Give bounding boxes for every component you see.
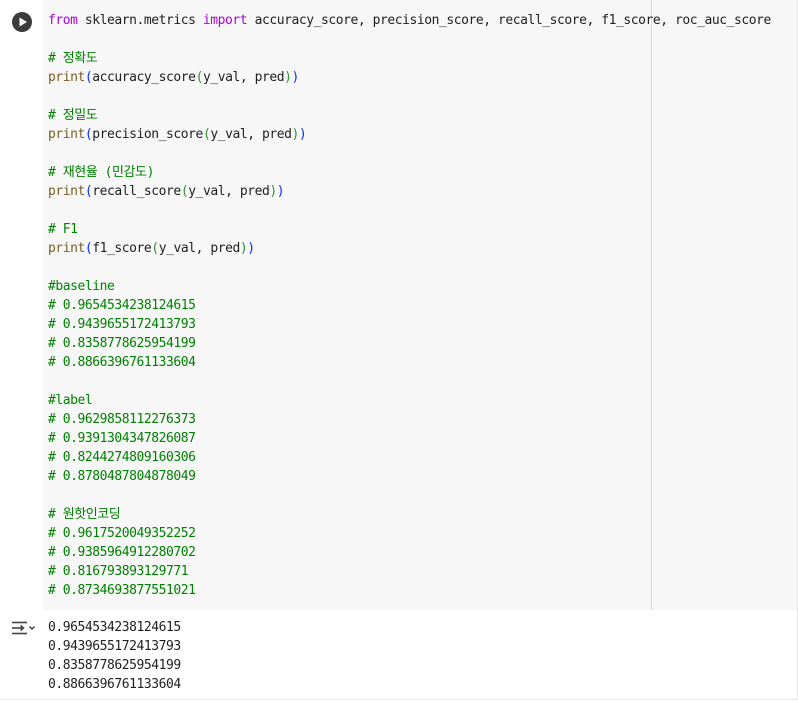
print-call: print: [48, 127, 85, 142]
comment-accuracy: # 정확도: [48, 51, 98, 66]
comment-label-header: #label: [48, 393, 93, 408]
print-call: print: [48, 70, 85, 85]
cell-gutter: [0, 0, 43, 610]
function-args: y_val, pred: [202, 70, 285, 85]
cell-output: 0.9654534238124615 0.9439655172413793 0.83…: [0, 611, 797, 699]
output-line: 0.8358778625954199: [48, 658, 181, 673]
output-line: 0.9439655172413793: [48, 639, 181, 654]
code-line-print-recall: print(recall_score(y_val, pred)): [48, 184, 285, 199]
comment-value: # 0.9385964912280702: [48, 545, 196, 560]
comment-precision: # 정밀도: [48, 108, 98, 123]
code-line-print-f1: print(f1_score(y_val, pred)): [48, 241, 255, 256]
comment-value: # 0.8734693877551021: [48, 583, 196, 598]
comment-value: # 0.8358778625954199: [48, 336, 196, 351]
output-toggle-button[interactable]: [10, 619, 36, 637]
comment-onehot-header: # 원핫인코딩: [48, 507, 121, 522]
output-line: 0.9654534238124615: [48, 620, 181, 635]
comment-value: # 0.8244274809160306: [48, 450, 196, 465]
function-args: y_val, pred: [210, 127, 292, 142]
code-line-print-precision: print(precision_score(y_val, pred)): [48, 127, 307, 142]
metric-function: f1_score: [92, 241, 152, 256]
print-call: print: [48, 184, 85, 199]
metric-function: precision_score: [92, 127, 203, 142]
output-text: 0.9654534238124615 0.9439655172413793 0.83…: [48, 618, 181, 694]
comment-value: # 0.8866396761133604: [48, 355, 196, 370]
code-content[interactable]: from sklearn.metrics import accuracy_sco…: [48, 11, 771, 600]
output-collapse-icon: [12, 621, 36, 635]
metric-function: accuracy_score: [92, 70, 196, 85]
comment-value: # 0.9629858112276373: [48, 412, 196, 427]
print-call: print: [48, 241, 85, 256]
comment-f1: # F1: [48, 222, 78, 237]
keyword-from: from: [48, 13, 78, 28]
comment-value: # 0.9617520049352252: [48, 526, 196, 541]
output-line: 0.8866396761133604: [48, 677, 181, 692]
code-line-print-accuracy: print(accuracy_score(y_val, pred)): [48, 70, 299, 85]
comment-value: # 0.9439655172413793: [48, 317, 196, 332]
comment-recall: # 재현율 (민감도): [48, 165, 154, 180]
function-args: y_val, pred: [188, 184, 270, 199]
comment-value: # 0.816793893129771: [48, 564, 189, 579]
code-line-import: from sklearn.metrics import accuracy_sco…: [48, 11, 771, 30]
keyword-import: import: [202, 13, 248, 28]
play-icon: [19, 17, 27, 27]
code-cell[interactable]: from sklearn.metrics import accuracy_sco…: [0, 0, 798, 700]
function-args: y_val, pred: [158, 241, 241, 256]
imported-names: accuracy_score, precision_score, recall_…: [247, 13, 772, 28]
run-cell-button[interactable]: [12, 12, 32, 32]
module-name: sklearn.metrics: [77, 13, 203, 28]
metric-function: recall_score: [92, 184, 181, 199]
comment-value: # 0.8780487804878049: [48, 469, 196, 484]
comment-value: # 0.9654534238124615: [48, 298, 196, 313]
comment-value: # 0.9391304347826087: [48, 431, 196, 446]
comment-baseline-header: #baseline: [48, 279, 115, 294]
